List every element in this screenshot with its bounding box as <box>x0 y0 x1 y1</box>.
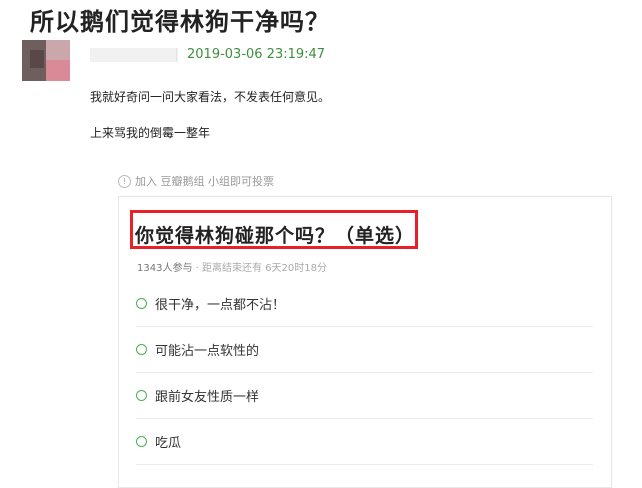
radio-circle-icon[interactable] <box>136 436 147 447</box>
poll-option[interactable]: 吃瓜 <box>119 419 611 465</box>
poll-option-label: 跟前女友性质一样 <box>155 390 260 405</box>
poll-option-label: 吃瓜 <box>155 436 182 451</box>
join-notice-text: 加入 豆瓣鹅组 小组即可投票 <box>135 175 274 188</box>
poll-meta: 1343人参与 · 距离结束还有 6天20时18分 <box>137 259 327 274</box>
poll-option[interactable]: 跟前女友性质一样 <box>119 373 611 419</box>
poll-card: 你觉得林狗碰那个吗？（单选） 1343人参与 · 距离结束还有 6天20时18分… <box>118 196 612 488</box>
post-paragraph: 上来骂我的倒霉一整年 <box>90 126 211 140</box>
radio-circle-icon[interactable] <box>136 344 147 355</box>
poll-option-label: 可能沾一点软性的 <box>155 344 260 359</box>
username-redacted[interactable] <box>90 48 178 62</box>
highlight-box <box>130 210 418 249</box>
poll-option[interactable]: 很干净，一点都不沾！ <box>119 281 611 327</box>
avatar[interactable] <box>22 40 70 81</box>
divider <box>136 464 593 465</box>
post-title: 所以鹅们觉得林狗干净吗？ <box>30 8 330 36</box>
radio-circle-icon[interactable] <box>136 390 147 401</box>
join-notice[interactable]: ! 加入 豆瓣鹅组 小组即可投票 <box>118 173 274 189</box>
divider <box>176 48 177 62</box>
post-timestamp: 2019-03-06 23:19:47 <box>187 47 326 62</box>
post-paragraph: 我就好奇问一问大家看法，不发表任何意见。 <box>90 90 331 104</box>
info-icon: ! <box>118 174 131 188</box>
poll-option-label: 很干净，一点都不沾！ <box>155 298 286 313</box>
radio-circle-icon[interactable] <box>136 298 147 309</box>
participant-count: 1343人参与 <box>137 263 193 274</box>
time-remaining: · 距离结束还有 6天20时18分 <box>192 263 327 274</box>
poll-option[interactable]: 可能沾一点软性的 <box>119 327 611 373</box>
